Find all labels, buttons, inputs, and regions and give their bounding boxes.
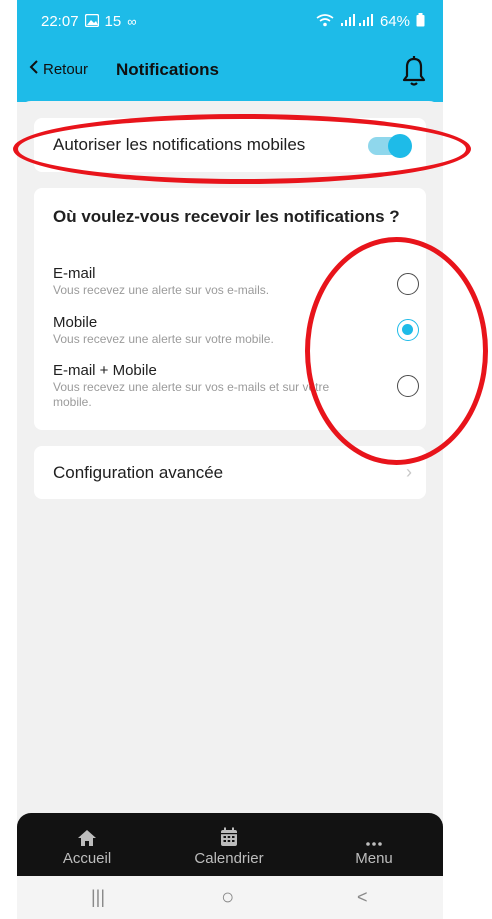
tab-home-label: Accueil: [62, 850, 112, 867]
tab-menu[interactable]: Menu: [339, 813, 409, 876]
option-description: Vous recevez une alerte sur vos e-mails.: [53, 283, 270, 297]
nav-bar: Retour Notifications: [17, 42, 443, 102]
advanced-settings-row[interactable]: Configuration avancée ›: [34, 446, 426, 499]
tab-menu-label: Menu: [355, 850, 393, 867]
battery-level: 64%: [379, 13, 410, 30]
phone-screen: 22:07 15 ∞ 64% Retour Notifications Auto…: [17, 0, 443, 919]
home-icon: [77, 825, 97, 847]
system-back-button[interactable]: <: [357, 887, 368, 908]
radio-mobile[interactable]: [397, 319, 419, 341]
option-label: E-mail + Mobile: [53, 362, 157, 379]
option-description: Vous recevez une alerte sur votre mobile…: [53, 332, 274, 346]
toggle-knob: [388, 134, 412, 158]
infinity-icon: ∞: [127, 14, 137, 29]
tab-bar: Accueil Calendrier Menu: [17, 813, 443, 876]
recents-button[interactable]: |||: [91, 887, 105, 908]
advanced-settings-label: Configuration avancée: [53, 463, 224, 482]
calendar-icon: [220, 825, 238, 847]
option-description: Vous recevez une alerte sur vos e-mails …: [53, 380, 330, 409]
more-dots-icon: [365, 825, 383, 847]
radio-email-mobile[interactable]: [397, 375, 419, 397]
status-extra: 15: [104, 13, 122, 30]
option-label: E-mail: [53, 265, 96, 282]
status-bar: 22:07 15 ∞ 64%: [17, 0, 443, 42]
option-email-mobile[interactable]: E-mail + Mobile Vous recevez une alerte …: [53, 362, 419, 410]
mobile-notifications-toggle[interactable]: [368, 134, 412, 158]
tab-calendar[interactable]: Calendrier: [179, 813, 279, 876]
system-navigation-bar: ||| ○ <: [17, 876, 443, 919]
mobile-notifications-card: Autoriser les notifications mobiles: [34, 118, 426, 172]
radio-email[interactable]: [397, 273, 419, 295]
option-mobile[interactable]: Mobile Vous recevez une alerte sur votre…: [53, 314, 419, 347]
mobile-notifications-label: Autoriser les notifications mobiles: [53, 135, 306, 154]
battery-icon: [416, 13, 425, 30]
bell-icon[interactable]: [399, 54, 429, 88]
content-sheet: Autoriser les notifications mobiles Où v…: [17, 101, 443, 821]
option-label: Mobile: [53, 314, 98, 331]
home-button[interactable]: ○: [221, 884, 234, 910]
status-time: 22:07: [41, 13, 79, 30]
channel-choice-title: Où voulez-vous recevoir les notification…: [53, 207, 400, 226]
image-icon: [84, 13, 99, 30]
channel-choice-card: Où voulez-vous recevoir les notification…: [34, 188, 426, 430]
page-title: Notifications: [116, 60, 219, 79]
wifi-icon: [316, 13, 334, 30]
tab-home[interactable]: Accueil: [47, 813, 127, 876]
chevron-right-icon: ›: [406, 462, 412, 482]
back-button[interactable]: Retour: [29, 60, 88, 78]
signal-icon: [340, 13, 374, 30]
option-email[interactable]: E-mail Vous recevez une alerte sur vos e…: [53, 265, 419, 298]
chevron-left-icon: [29, 60, 39, 78]
back-label: Retour: [43, 60, 89, 78]
tab-calendar-label: Calendrier: [194, 850, 264, 867]
